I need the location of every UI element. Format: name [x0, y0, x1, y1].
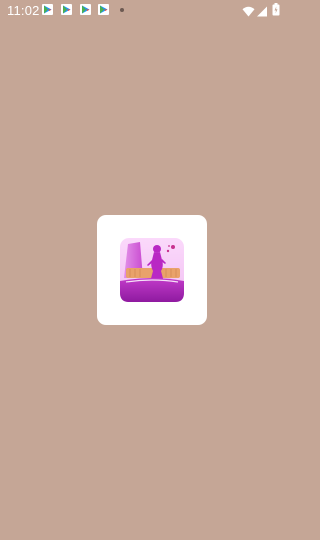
- splash-card: [97, 215, 207, 325]
- status-bar: 11:02: [0, 0, 304, 22]
- battery-icon: [272, 3, 280, 21]
- more-notifications-dot-icon: [120, 8, 124, 12]
- play-store-icon: [98, 4, 109, 15]
- status-time: 11:02: [7, 3, 40, 18]
- wifi-icon: [242, 4, 255, 22]
- woman-silhouette-app-logo-icon: [120, 238, 184, 302]
- play-store-icon: [61, 4, 72, 15]
- play-store-icon: [80, 4, 91, 15]
- signal-icon: [256, 4, 268, 22]
- play-store-icon: [42, 4, 53, 15]
